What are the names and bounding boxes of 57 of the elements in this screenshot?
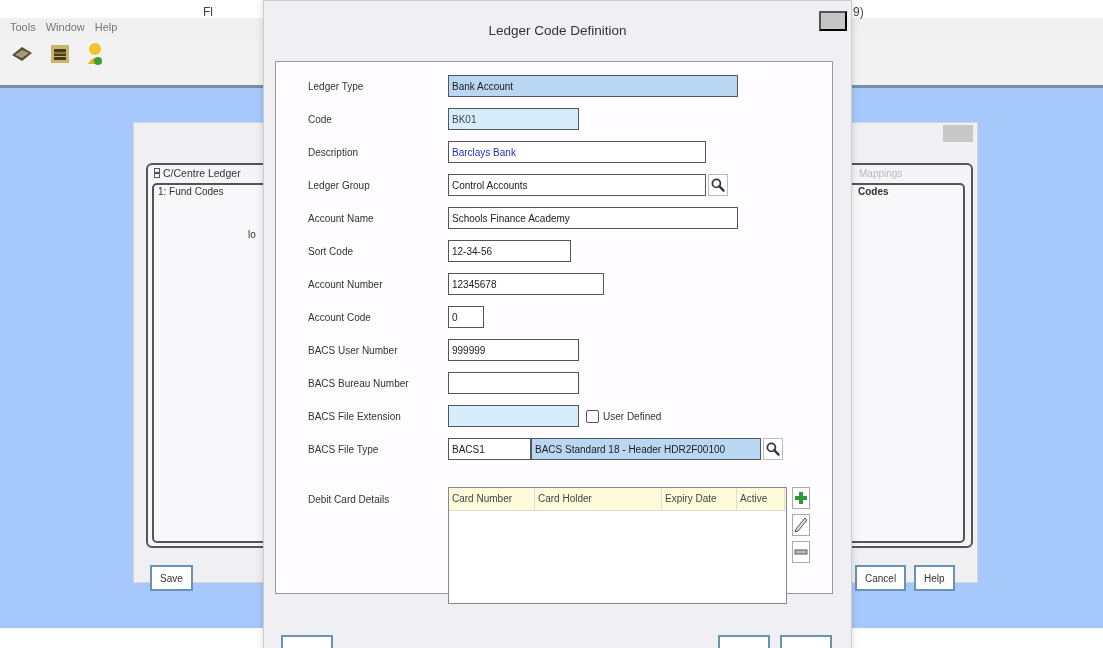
input-field[interactable]: 12-34-56 bbox=[448, 240, 571, 262]
dropdown-field[interactable]: BACS Standard 18 - Header HDR2F00100 bbox=[531, 438, 761, 460]
column-header[interactable]: Active bbox=[737, 488, 785, 510]
plus-icon bbox=[794, 491, 808, 505]
input-field[interactable]: Control Accounts bbox=[448, 174, 706, 196]
search-button[interactable] bbox=[708, 174, 728, 196]
input-field[interactable]: 999999 bbox=[448, 339, 579, 361]
menu-item[interactable]: Help bbox=[94, 21, 118, 33]
remove-button[interactable] bbox=[792, 541, 810, 563]
window-button[interactable]: Help bbox=[914, 565, 955, 591]
field-label: BACS File Extension bbox=[308, 410, 402, 422]
dialog-title: Ledger Code Definition bbox=[488, 23, 627, 40]
checkbox[interactable] bbox=[586, 409, 599, 423]
input-field[interactable]: BACS1 bbox=[448, 438, 531, 460]
field-label: Ledger Type bbox=[308, 80, 365, 92]
checkbox-label: User Defined bbox=[603, 410, 662, 422]
minus-icon bbox=[794, 549, 808, 555]
window-title: Fl bbox=[203, 5, 213, 19]
field-label: Account Number bbox=[308, 278, 384, 290]
list-text: lo bbox=[248, 229, 256, 240]
input-field[interactable]: 0 bbox=[448, 306, 484, 328]
field-label: Code bbox=[308, 113, 333, 125]
field-label: Ledger Group bbox=[308, 179, 371, 191]
input-field[interactable] bbox=[448, 405, 579, 427]
input-field[interactable]: 12345678 bbox=[448, 273, 604, 295]
input-field[interactable]: Schools Finance Academy bbox=[448, 207, 738, 229]
book-icon[interactable] bbox=[10, 44, 34, 63]
field-label: Account Name bbox=[308, 212, 375, 224]
tab[interactable]: C/Centre Ledger bbox=[163, 167, 241, 179]
window-button[interactable]: Save bbox=[150, 565, 193, 591]
field-label: BACS User Number bbox=[308, 344, 399, 356]
edit-button[interactable] bbox=[792, 514, 810, 536]
close-button[interactable] bbox=[819, 11, 847, 31]
column-header[interactable]: Card Number bbox=[449, 488, 535, 510]
calendar-icon[interactable] bbox=[50, 43, 70, 64]
menu-item[interactable]: Window bbox=[45, 21, 85, 33]
field-label: Debit Card Details bbox=[308, 493, 391, 507]
field-label: BACS Bureau Number bbox=[308, 377, 410, 389]
field-label: Description bbox=[308, 146, 360, 158]
tab[interactable]: Codes bbox=[858, 186, 889, 197]
field-label: BACS File Type bbox=[308, 443, 380, 455]
input-field[interactable]: Barclays Bank bbox=[448, 141, 706, 163]
search-button[interactable] bbox=[763, 438, 783, 460]
menu-item[interactable]: Tools bbox=[10, 21, 36, 33]
input-field[interactable]: BK01 bbox=[448, 108, 579, 130]
add-button[interactable] bbox=[792, 487, 810, 509]
field-label: Account Code bbox=[308, 311, 372, 323]
field-label: Sort Code bbox=[308, 245, 355, 257]
column-header[interactable]: Card Holder bbox=[535, 488, 662, 510]
window-button[interactable]: Cancel bbox=[855, 565, 907, 591]
dropdown-field[interactable]: Bank Account bbox=[448, 75, 738, 97]
input-field[interactable] bbox=[448, 372, 579, 394]
window-title: 9) bbox=[853, 5, 864, 19]
person-icon[interactable] bbox=[86, 41, 104, 66]
pencil-icon bbox=[794, 517, 808, 533]
tab[interactable]: 1: Fund Codes bbox=[158, 186, 224, 197]
column-header[interactable]: Expiry Date bbox=[662, 488, 737, 510]
